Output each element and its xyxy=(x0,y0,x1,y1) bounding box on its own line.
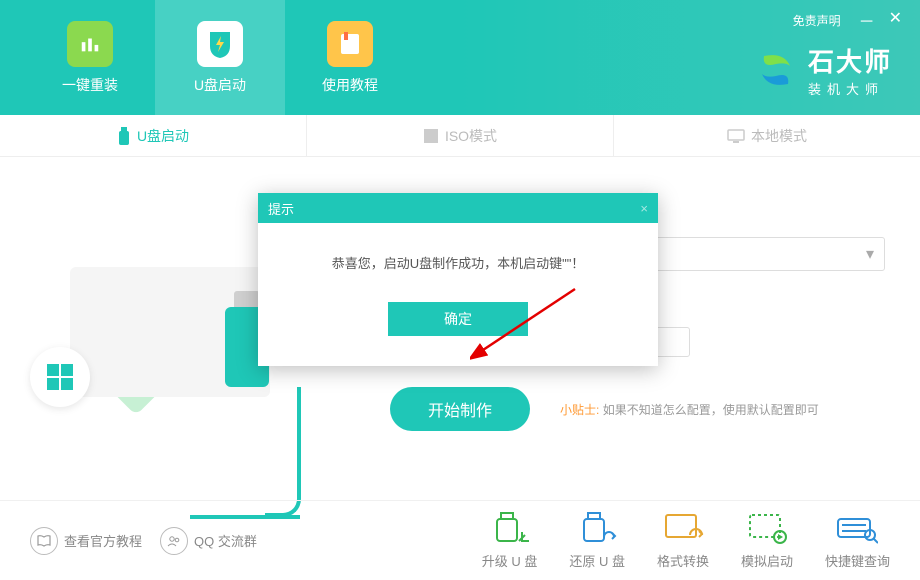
monitor-icon xyxy=(727,129,745,143)
hotkey-query-icon xyxy=(836,511,878,545)
brand-subtitle: 装机大师 xyxy=(808,79,892,98)
bar-chart-icon xyxy=(67,21,113,67)
footer: 查看官方教程 QQ 交流群 升级 U 盘 还原 U 盘 格式转换 模拟启动 快捷… xyxy=(0,500,920,580)
tip-label: 小贴士: xyxy=(560,403,599,417)
sub-tab-local[interactable]: 本地模式 xyxy=(614,115,920,156)
footer-link-label: 查看官方教程 xyxy=(64,531,142,550)
sub-tab-iso[interactable]: ISO模式 xyxy=(307,115,614,156)
action-label: 模拟启动 xyxy=(741,551,793,570)
book-open-icon xyxy=(30,527,58,555)
dialog-close-button[interactable]: × xyxy=(640,201,648,216)
action-upgrade-usb[interactable]: 升级 U 盘 xyxy=(482,511,538,570)
header: 一键重装 U盘启动 使用教程 免责声明 － ✕ 石大师 装机大师 xyxy=(0,0,920,115)
windows-flag-icon xyxy=(47,364,73,390)
sub-tabs: U盘启动 ISO模式 本地模式 xyxy=(0,115,920,157)
sub-tab-label: ISO模式 xyxy=(445,126,497,146)
sub-tab-label: 本地模式 xyxy=(751,126,807,146)
windows-logo-circle xyxy=(30,347,90,407)
tip-content: 如果不知道怎么配置，使用默认配置即可 xyxy=(603,403,819,417)
footer-actions: 升级 U 盘 还原 U 盘 格式转换 模拟启动 快捷键查询 xyxy=(482,511,890,570)
nav-tab-usb-boot[interactable]: U盘启动 xyxy=(155,0,285,115)
header-right: 免责声明 － ✕ xyxy=(793,8,902,32)
dialog-body: 恭喜您，启动U盘制作成功，本机启动键""！ 确定 xyxy=(258,223,658,366)
nav-tabs: 一键重装 U盘启动 使用教程 xyxy=(0,0,415,115)
action-label: 升级 U 盘 xyxy=(482,551,538,570)
shield-lightning-icon xyxy=(197,21,243,67)
book-icon xyxy=(327,21,373,67)
usb-icon xyxy=(117,127,131,145)
start-create-button[interactable]: 开始制作 xyxy=(390,387,530,431)
chevron-down-icon: ▾ xyxy=(866,244,874,264)
footer-left: 查看官方教程 QQ 交流群 xyxy=(30,527,257,555)
dialog-title: 提示 xyxy=(268,199,294,218)
nav-tab-tutorial[interactable]: 使用教程 xyxy=(285,0,415,115)
brand-title: 石大师 xyxy=(808,42,892,79)
usb-upgrade-icon xyxy=(489,511,531,545)
window-controls: － ✕ xyxy=(859,8,902,32)
dialog-header: 提示 × xyxy=(258,193,658,223)
official-tutorial-link[interactable]: 查看官方教程 xyxy=(30,527,142,555)
tip-text: 小贴士: 如果不知道怎么配置，使用默认配置即可 xyxy=(560,401,819,418)
nav-label: 使用教程 xyxy=(322,75,378,95)
action-format-convert[interactable]: 格式转换 xyxy=(657,511,709,570)
nav-label: 一键重装 xyxy=(62,75,118,95)
people-icon xyxy=(160,527,188,555)
action-label: 还原 U 盘 xyxy=(569,551,625,570)
nav-label: U盘启动 xyxy=(194,75,246,95)
brand-logo-icon xyxy=(754,48,798,92)
cable-graphic xyxy=(265,387,301,517)
action-label: 格式转换 xyxy=(657,551,709,570)
dialog-ok-button[interactable]: 确定 xyxy=(388,302,528,336)
start-label: 开始制作 xyxy=(428,397,492,421)
nav-tab-reinstall[interactable]: 一键重装 xyxy=(25,0,155,115)
simulate-boot-icon xyxy=(746,511,788,545)
device-dropdown[interactable]: ▾ xyxy=(655,237,885,271)
action-hotkey-query[interactable]: 快捷键查询 xyxy=(825,511,890,570)
brand: 石大师 装机大师 xyxy=(754,42,892,98)
action-simulate-boot[interactable]: 模拟启动 xyxy=(741,511,793,570)
qq-group-link[interactable]: QQ 交流群 xyxy=(160,527,257,555)
usb-restore-icon xyxy=(576,511,618,545)
sub-tab-usb[interactable]: U盘启动 xyxy=(0,115,307,156)
success-dialog: 提示 × 恭喜您，启动U盘制作成功，本机启动键""！ 确定 xyxy=(258,193,658,366)
format-convert-icon xyxy=(662,511,704,545)
dialog-message: 恭喜您，启动U盘制作成功，本机启动键""！ xyxy=(278,253,638,272)
close-button[interactable]: ✕ xyxy=(889,8,902,32)
iso-icon xyxy=(423,128,439,144)
ok-label: 确定 xyxy=(444,309,472,329)
footer-link-label: QQ 交流群 xyxy=(194,531,257,550)
minimize-button[interactable]: － xyxy=(859,8,875,32)
disclaimer-link[interactable]: 免责声明 xyxy=(793,12,841,29)
action-label: 快捷键查询 xyxy=(825,551,890,570)
action-restore-usb[interactable]: 还原 U 盘 xyxy=(569,511,625,570)
sub-tab-label: U盘启动 xyxy=(137,126,189,146)
